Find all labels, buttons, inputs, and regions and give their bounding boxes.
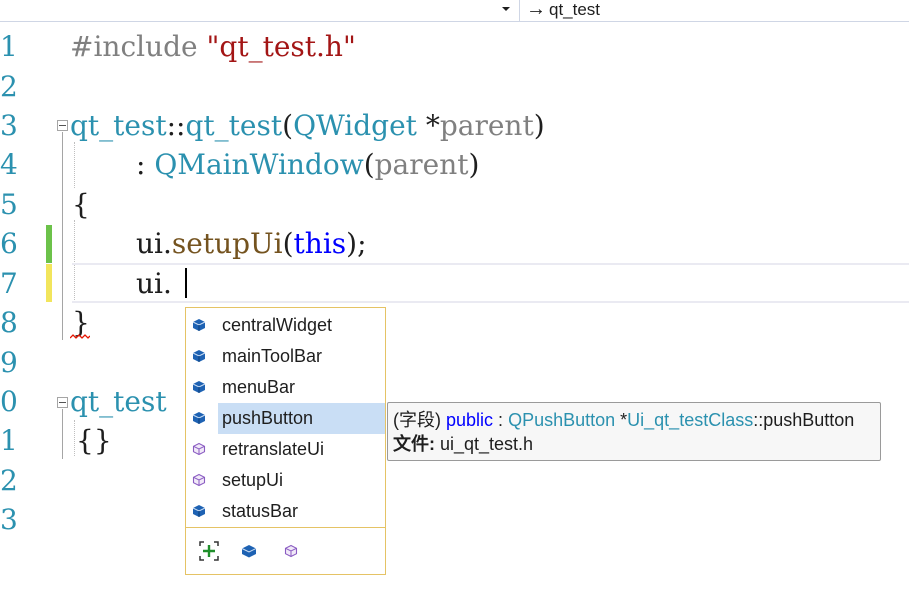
completion-item-label: mainToolBar <box>222 346 323 366</box>
code-line: 5 { <box>0 185 909 225</box>
text-caret <box>185 268 187 298</box>
line-number: 4 <box>0 148 18 181</box>
completion-item-retranslateui[interactable]: retranslateUi <box>186 434 385 465</box>
completion-item-label: pushButton <box>218 403 385 434</box>
code-line: 2 <box>0 67 909 107</box>
field-icon <box>192 505 206 517</box>
code-line: 1 #include "qt_test.h" <box>0 27 909 67</box>
chevron-down-icon[interactable] <box>502 7 510 11</box>
constructor-name: qt_test <box>185 109 283 142</box>
method-icon <box>192 442 206 456</box>
preprocessor-directive: #include <box>70 30 198 63</box>
line-number: 1 <box>0 30 18 63</box>
code-line: 8 } <box>0 303 909 343</box>
field-icon <box>192 381 206 393</box>
method-filter-icon[interactable] <box>280 540 302 562</box>
navigation-bar: → qt_test <box>0 0 909 22</box>
code-line: 7 ui. <box>0 264 909 304</box>
completion-item-centralwidget[interactable]: centralWidget <box>186 310 385 341</box>
field-icon <box>192 350 206 362</box>
code-line: 3 qt_test::qt_test(QWidget *parent) <box>0 106 909 146</box>
method-icon <box>192 473 206 487</box>
error-squiggle <box>70 334 90 339</box>
code-line: 2 <box>0 461 909 501</box>
completion-item-statusbar[interactable]: statusBar <box>186 496 385 527</box>
completion-item-label: statusBar <box>222 501 299 521</box>
quick-info-tooltip: (字段) public : QPushButton *Ui_qt_testCla… <box>387 402 881 461</box>
param-type: QWidget <box>293 109 417 142</box>
line-number: 1 <box>0 424 18 457</box>
line-number: 0 <box>0 385 18 418</box>
filter-bar-divider <box>186 527 385 528</box>
scope-dropdown[interactable] <box>0 0 515 21</box>
tooltip-file: 文件: ui_qt_test.h <box>393 434 534 454</box>
line-number: 2 <box>0 464 18 497</box>
line-number: 8 <box>0 306 18 339</box>
line-number: 5 <box>0 188 18 221</box>
completion-list: centralWidget mainToolBar menuBar pushBu… <box>185 307 386 575</box>
line-number: 7 <box>0 267 18 300</box>
expand-filter-icon[interactable] <box>198 540 220 562</box>
completion-item-setupui[interactable]: setupUi <box>186 465 385 496</box>
completion-item-pushbutton[interactable]: pushButton <box>186 403 385 434</box>
arrow-right-icon: → <box>526 0 546 20</box>
class-name: qt_test <box>70 109 167 142</box>
base-class: QMainWindow <box>154 148 364 181</box>
line-number: 9 <box>0 346 18 379</box>
completion-item-label: menuBar <box>222 377 296 397</box>
code-line: 6 ui.setupUi(this); <box>0 224 909 264</box>
include-path: "qt_test.h" <box>206 30 356 63</box>
code-line: 9 <box>0 343 909 383</box>
line-number: 6 <box>0 227 18 260</box>
completion-item-label: retranslateUi <box>222 439 325 459</box>
tooltip-signature: (字段) public : QPushButton *Ui_qt_testCla… <box>393 410 855 430</box>
field-icon <box>192 319 206 331</box>
completion-item-menubar[interactable]: menuBar <box>186 372 385 403</box>
method-call: setupUi <box>171 227 283 260</box>
line-number: 3 <box>0 109 18 142</box>
field-icon <box>192 412 206 424</box>
line-number: 2 <box>0 70 18 103</box>
field-filter-icon[interactable] <box>238 540 260 562</box>
completion-item-label: setupUi <box>222 470 284 490</box>
keyword-this: this <box>293 227 347 260</box>
param-name: parent <box>439 109 534 142</box>
member-dropdown-value: qt_test <box>549 0 601 19</box>
code-line: 4 : QMainWindow(parent) <box>0 145 909 185</box>
completion-item-maintoolbar[interactable]: mainToolBar <box>186 341 385 372</box>
line-number: 3 <box>0 503 18 536</box>
combo-divider <box>519 0 520 21</box>
code-line: 3 <box>0 500 909 540</box>
member-dropdown[interactable]: → qt_test <box>526 0 600 21</box>
completion-item-label: centralWidget <box>222 315 333 335</box>
